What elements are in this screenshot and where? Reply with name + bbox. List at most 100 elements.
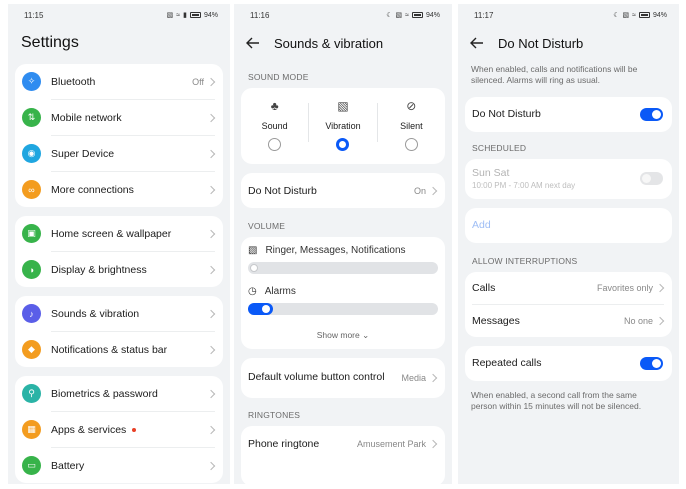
messages-row[interactable]: Messages No one bbox=[465, 305, 672, 337]
back-arrow-icon[interactable] bbox=[470, 34, 488, 52]
moon-status-icon: ☾ bbox=[386, 12, 393, 19]
wifi-status-icon: ≈ bbox=[405, 11, 409, 19]
chevron-right-icon bbox=[428, 186, 438, 195]
settings-item-apps[interactable]: ▦ Apps & services bbox=[15, 412, 223, 447]
apps-icon: ▦ bbox=[22, 420, 41, 439]
update-badge bbox=[132, 427, 137, 432]
nav-bar: Do Not Disturb bbox=[458, 26, 679, 60]
chevron-right-icon bbox=[655, 283, 665, 293]
settings-item-battery[interactable]: ▭ Battery bbox=[15, 448, 223, 483]
nav-bar: Sounds & vibration bbox=[234, 26, 452, 60]
chevron-right-icon bbox=[206, 77, 216, 86]
wallpaper-icon: ▣ bbox=[22, 224, 41, 243]
radio-vibration[interactable] bbox=[336, 138, 350, 151]
slider-knob[interactable] bbox=[262, 305, 270, 313]
repeated-calls-switch[interactable] bbox=[640, 356, 663, 370]
wifi-status-icon: ≈ bbox=[176, 11, 181, 19]
settings-item-mobile-network[interactable]: ⇅ Mobile network bbox=[15, 100, 223, 135]
settings-screen: 11:15 ▧ ≈ ▮ 94% Settings ✧ Bluetooth Off… bbox=[8, 4, 230, 484]
radio-sound[interactable] bbox=[268, 138, 282, 151]
link-icon: ∞ bbox=[22, 180, 41, 199]
battery-icon: ▭ bbox=[22, 456, 41, 475]
vibration-icon: ▧ bbox=[248, 245, 258, 256]
section-header-sound-mode: SOUND MODE bbox=[248, 72, 309, 82]
ringer-volume: ▧ Ringer, Messages, Notifications bbox=[241, 237, 445, 274]
default-volume-card: Default volume button control Media bbox=[241, 358, 445, 398]
mode-silent[interactable]: ⊘ Silent bbox=[378, 99, 445, 164]
settings-item-biometrics[interactable]: ⚲ Biometrics & password bbox=[15, 376, 223, 411]
mode-sound[interactable]: ♣ Sound bbox=[241, 99, 308, 164]
status-bar: 11:15 ▧ ≈ ▮ 94% bbox=[8, 4, 230, 26]
chevron-right-icon bbox=[206, 389, 216, 398]
brightness-icon: ◑ bbox=[22, 260, 41, 279]
settings-item-sounds[interactable]: ♪ Sounds & vibration bbox=[15, 296, 223, 331]
add-schedule-button[interactable]: Add bbox=[465, 208, 672, 243]
bell-off-icon: ⊘ bbox=[406, 99, 417, 113]
schedule-switch[interactable] bbox=[640, 172, 663, 186]
dnd-card: Do Not Disturb On bbox=[241, 173, 445, 208]
settings-item-display[interactable]: ◑ Display & brightness bbox=[15, 252, 223, 287]
battery-status-icon bbox=[189, 12, 201, 18]
mode-vibration[interactable]: ▧ Vibration bbox=[309, 99, 376, 164]
repeated-calls-row[interactable]: Repeated calls bbox=[465, 346, 672, 381]
battery-percent: 94% bbox=[425, 11, 440, 19]
dnd-toggle-row[interactable]: Do Not Disturb bbox=[465, 97, 672, 132]
battery-percent: 94% bbox=[652, 11, 667, 19]
radio-silent[interactable] bbox=[404, 138, 418, 151]
vibrate-status-icon: ▧ bbox=[622, 12, 630, 19]
interruptions-card: Calls Favorites only Messages No one bbox=[465, 271, 672, 337]
repeated-calls-description: When enabled, a second call from the sam… bbox=[471, 389, 642, 412]
settings-group-connectivity: ✧ Bluetooth Off ⇅ Mobile network ◉ Super… bbox=[15, 64, 223, 207]
chevron-right-icon bbox=[655, 316, 665, 326]
schedule-card: Sun Sat 10:00 PM - 7:00 AM next day bbox=[465, 158, 672, 199]
wifi-status-icon: ≈ bbox=[632, 11, 636, 19]
settings-item-more-connections[interactable]: ∞ More connections bbox=[15, 172, 223, 207]
speaker-icon: ♪ bbox=[22, 304, 41, 323]
battery-status-icon bbox=[411, 12, 423, 18]
schedule-row[interactable]: Sun Sat 10:00 PM - 7:00 AM next day bbox=[465, 159, 672, 199]
chevron-right-icon bbox=[206, 309, 216, 318]
dnd-screen: 11:17 ☾ ▧ ≈ 94% Do Not Disturb When enab… bbox=[458, 4, 679, 484]
alarm-volume-slider[interactable] bbox=[248, 303, 438, 315]
chevron-right-icon bbox=[206, 149, 216, 158]
dnd-row[interactable]: Do Not Disturb On bbox=[241, 173, 445, 208]
dnd-description: When enabled, calls and notifications wi… bbox=[471, 64, 638, 86]
back-arrow-icon[interactable] bbox=[246, 34, 264, 52]
battery-percent: 94% bbox=[203, 11, 218, 19]
bluetooth-icon: ✧ bbox=[22, 72, 41, 91]
calls-row[interactable]: Calls Favorites only bbox=[465, 272, 672, 304]
slider-knob[interactable] bbox=[250, 264, 258, 272]
section-header-volume: VOLUME bbox=[248, 221, 286, 231]
settings-item-notifications[interactable]: ◆ Notifications & status bar bbox=[15, 332, 223, 367]
settings-item-home-screen[interactable]: ▣ Home screen & wallpaper bbox=[15, 216, 223, 251]
dnd-switch[interactable] bbox=[640, 107, 663, 121]
chevron-right-icon bbox=[206, 185, 216, 194]
battery-status-icon bbox=[638, 12, 650, 18]
vibration-icon: ▧ bbox=[337, 99, 349, 113]
show-more-button[interactable]: Show more ⌄ bbox=[241, 319, 445, 349]
sounds-screen: 11:16 ☾ ▧ ≈ 94% Sounds & vibration SOUND… bbox=[234, 4, 452, 484]
add-card: Add bbox=[465, 207, 672, 243]
default-volume-row[interactable]: Default volume button control Media bbox=[241, 358, 445, 398]
settings-item-bluetooth[interactable]: ✧ Bluetooth Off bbox=[15, 64, 223, 99]
page-title: Do Not Disturb bbox=[498, 35, 584, 51]
signal-status-icon: ▮ bbox=[183, 12, 187, 19]
volume-card: ▧ Ringer, Messages, Notifications ◷ Alar… bbox=[241, 237, 445, 349]
phone-ringtone-row[interactable]: Phone ringtone Amusement Park bbox=[241, 426, 445, 461]
settings-item-super-device[interactable]: ◉ Super Device bbox=[15, 136, 223, 171]
settings-group-display: ▣ Home screen & wallpaper ◑ Display & br… bbox=[15, 216, 223, 287]
key-icon: ⚲ bbox=[22, 384, 41, 403]
chevron-right-icon bbox=[206, 229, 216, 238]
alarm-clock-icon: ◷ bbox=[248, 286, 257, 297]
status-time: 11:17 bbox=[474, 10, 494, 20]
repeated-calls-card: Repeated calls bbox=[465, 345, 672, 381]
ringtone-card: Phone ringtone Amusement Park bbox=[241, 426, 445, 484]
vibrate-status-icon: ▧ bbox=[395, 12, 403, 19]
moon-status-icon: ☾ bbox=[613, 12, 620, 19]
ringer-volume-slider[interactable] bbox=[248, 262, 438, 274]
settings-group-security: ⚲ Biometrics & password ▦ Apps & service… bbox=[15, 376, 223, 483]
chevron-right-icon bbox=[428, 439, 438, 448]
vibrate-status-icon: ▧ bbox=[166, 12, 174, 19]
chevron-down-icon: ⌄ bbox=[362, 330, 370, 340]
chevron-right-icon bbox=[206, 345, 216, 354]
